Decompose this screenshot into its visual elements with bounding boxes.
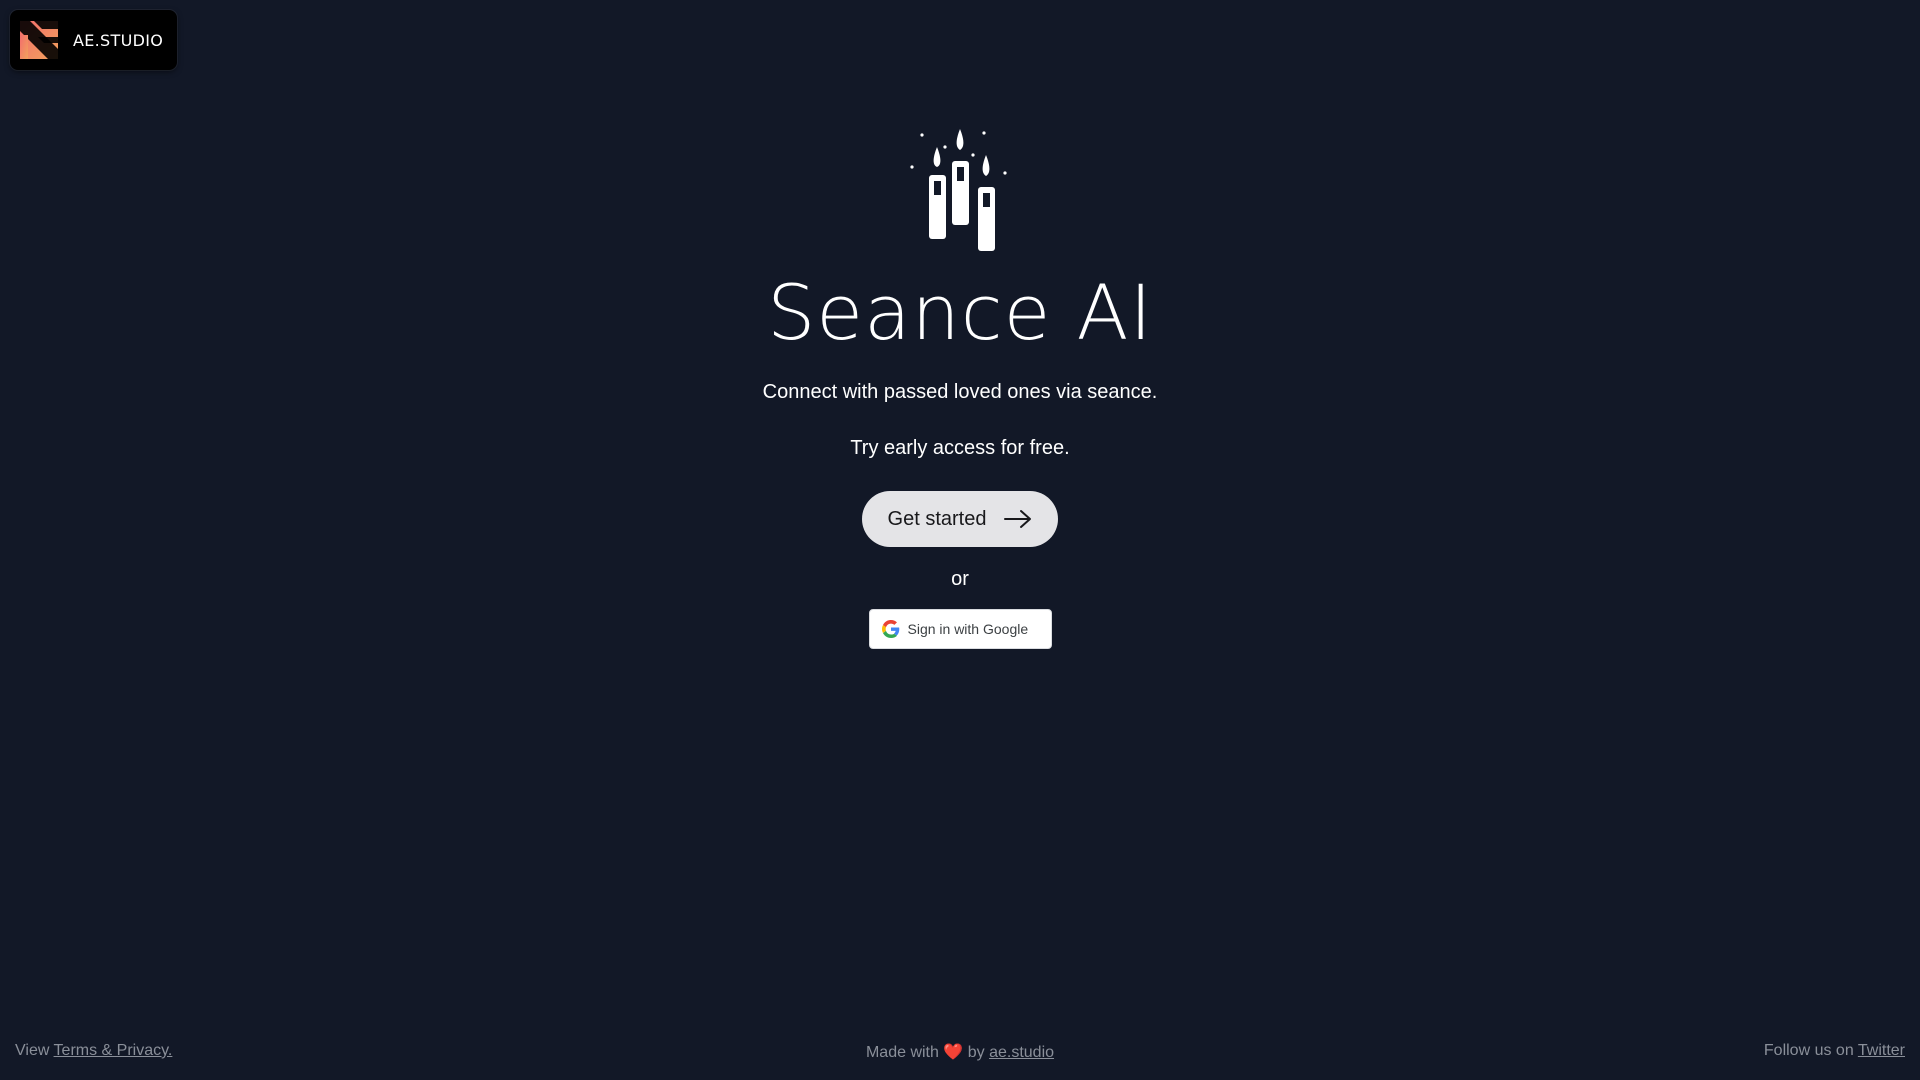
subtitle: Connect with passed loved ones via seanc… — [762, 381, 1158, 403]
twitter-link[interactable]: Twitter — [1858, 1042, 1905, 1059]
hero: Seance AI Connect with passed loved ones… — [0, 125, 1920, 649]
google-icon — [881, 620, 899, 638]
ae-studio-logo-icon — [20, 21, 58, 59]
google-signin-label: Sign in with Google — [907, 621, 1029, 637]
arrow-right-icon — [1004, 510, 1032, 528]
get-started-label: Get started — [887, 507, 987, 530]
footer-follow-text: Follow us on — [1763, 1042, 1854, 1059]
brand-name: AE.STUDIO — [73, 30, 164, 50]
candles-icon — [910, 129, 1007, 251]
ae-studio-link[interactable]: ae.studio — [989, 1044, 1054, 1061]
footer-credit: Made with ❤️ by ae.studio — [0, 1042, 1920, 1062]
footer: View Terms & Privacy. Made with ❤️ by ae… — [0, 1042, 1920, 1062]
get-started-button[interactable]: Get started — [862, 491, 1058, 547]
or-separator: or — [951, 568, 969, 590]
ae-studio-badge[interactable]: AE.STUDIO — [10, 10, 177, 70]
footer-made-with-text: Made with — [865, 1044, 939, 1061]
early-access-text: Try early access for free. — [850, 437, 1070, 459]
footer-social: Follow us on Twitter — [1764, 1042, 1905, 1060]
google-signin-button[interactable]: Sign in with Google — [868, 609, 1052, 649]
heart-icon: ❤️ — [943, 1044, 964, 1061]
footer-by-text: by — [967, 1044, 985, 1061]
page: AE.STUDIO Seance AI Connect with passed … — [0, 0, 1920, 1080]
page-title: Seance AI — [767, 268, 1153, 357]
